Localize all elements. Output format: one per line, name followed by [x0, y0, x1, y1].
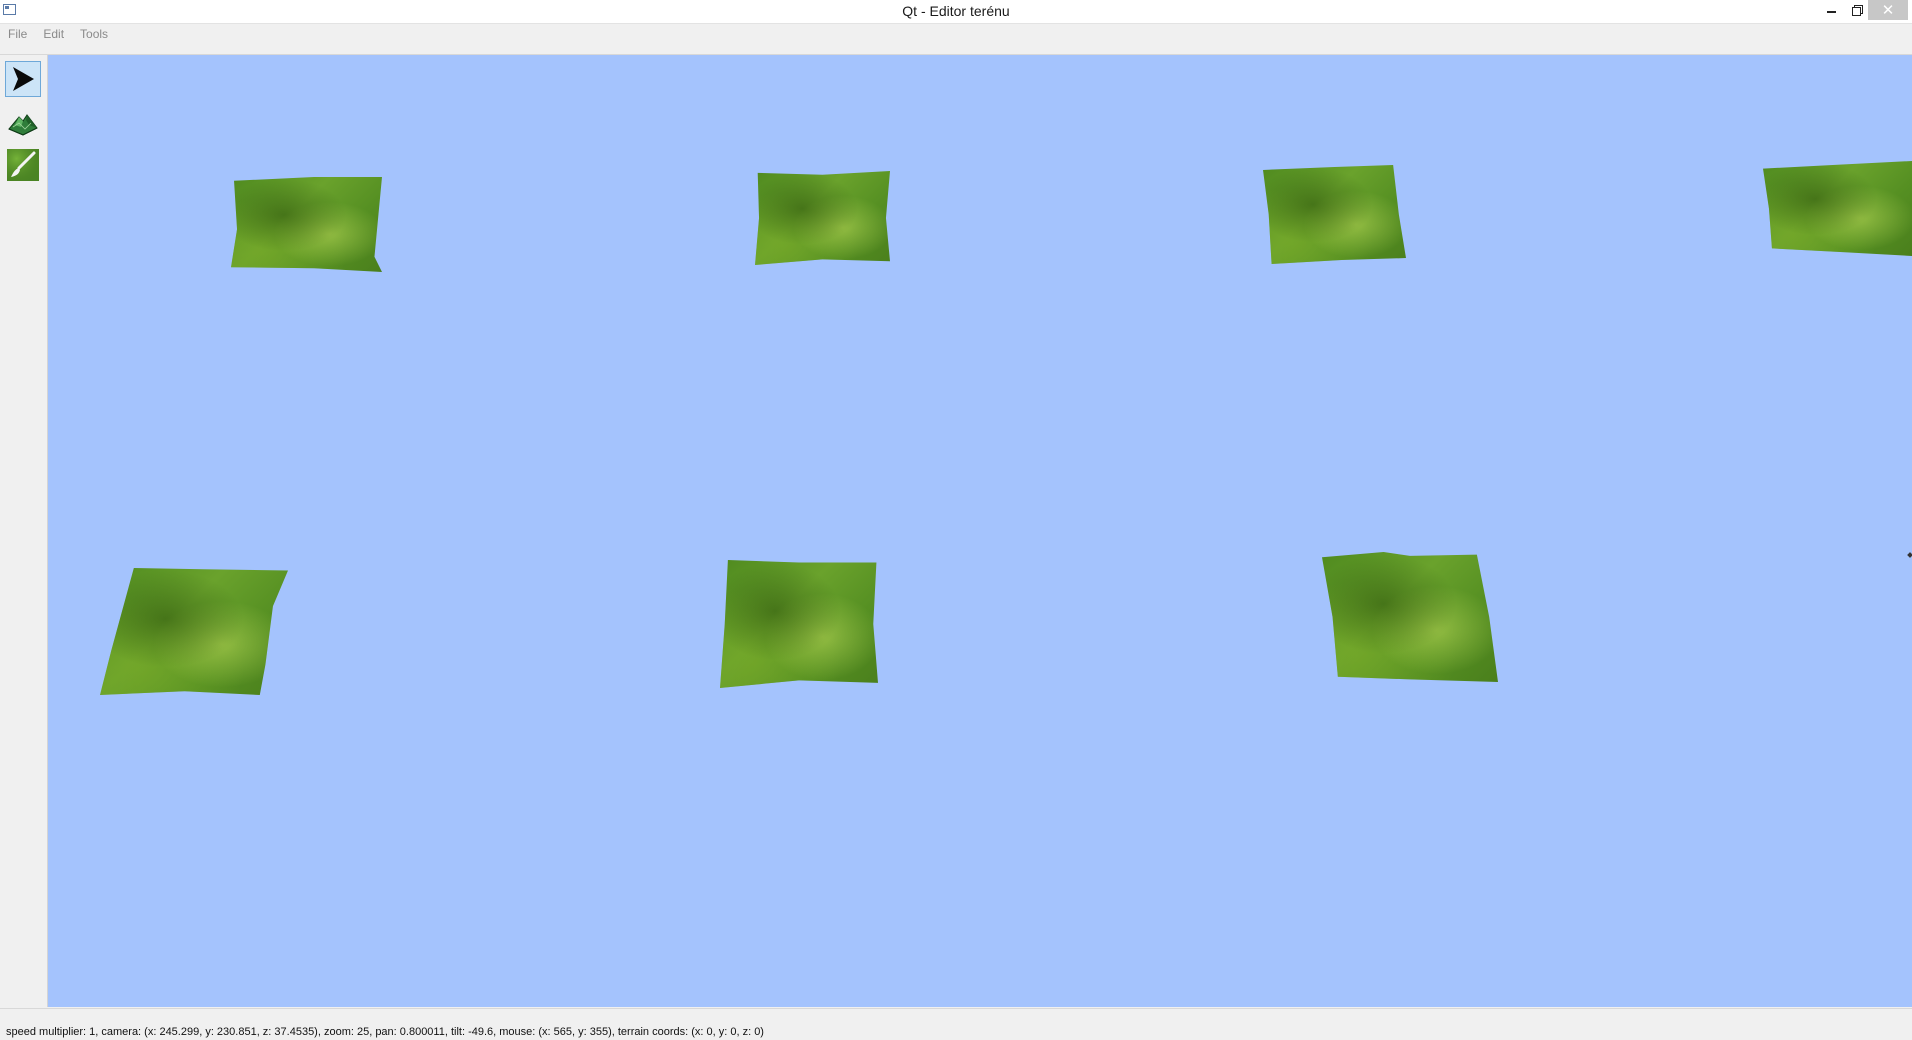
status-text: speed multiplier: 1, camera: (x: 245.299…: [6, 1026, 764, 1038]
minimize-button[interactable]: [1818, 0, 1844, 20]
tool-bar: [0, 55, 48, 1007]
terrain-patch[interactable]: [755, 171, 890, 265]
terrain-patch[interactable]: [231, 177, 382, 272]
restore-icon: [1851, 4, 1863, 16]
select-tool-button[interactable]: [5, 61, 41, 97]
paint-brush-icon: [7, 149, 39, 181]
restore-button[interactable]: [1844, 0, 1870, 20]
menu-edit[interactable]: Edit: [35, 24, 72, 44]
terrain-mountain-icon: [8, 114, 38, 136]
menu-bar: File Edit Tools: [0, 24, 1912, 44]
window-title: Qt - Editor terénu: [902, 3, 1010, 19]
terrain-tool-button[interactable]: [5, 106, 41, 142]
menu-file[interactable]: File: [0, 24, 35, 44]
terrain-patch[interactable]: [1263, 165, 1406, 264]
cursor-arrow-icon: [13, 67, 34, 91]
menu-tools[interactable]: Tools: [72, 24, 116, 44]
terrain-patch[interactable]: [100, 568, 288, 695]
close-icon: ✕: [1881, 2, 1895, 19]
main-window: Qt - Editor terénu ✕ File Edit Tools spe…: [0, 0, 1912, 1040]
viewport-edge-marker: [1907, 552, 1912, 558]
close-button[interactable]: ✕: [1868, 0, 1908, 20]
title-bar: Qt - Editor terénu ✕: [0, 0, 1912, 24]
terrain-patch[interactable]: [1322, 552, 1498, 682]
terrain-patch[interactable]: [720, 560, 878, 688]
terrain-patch[interactable]: [1763, 161, 1912, 256]
menu-separator: [0, 45, 1912, 55]
status-bar: speed multiplier: 1, camera: (x: 245.299…: [0, 1008, 1912, 1040]
terrain-viewport[interactable]: [48, 55, 1912, 1007]
paint-tool-button[interactable]: [5, 147, 41, 183]
